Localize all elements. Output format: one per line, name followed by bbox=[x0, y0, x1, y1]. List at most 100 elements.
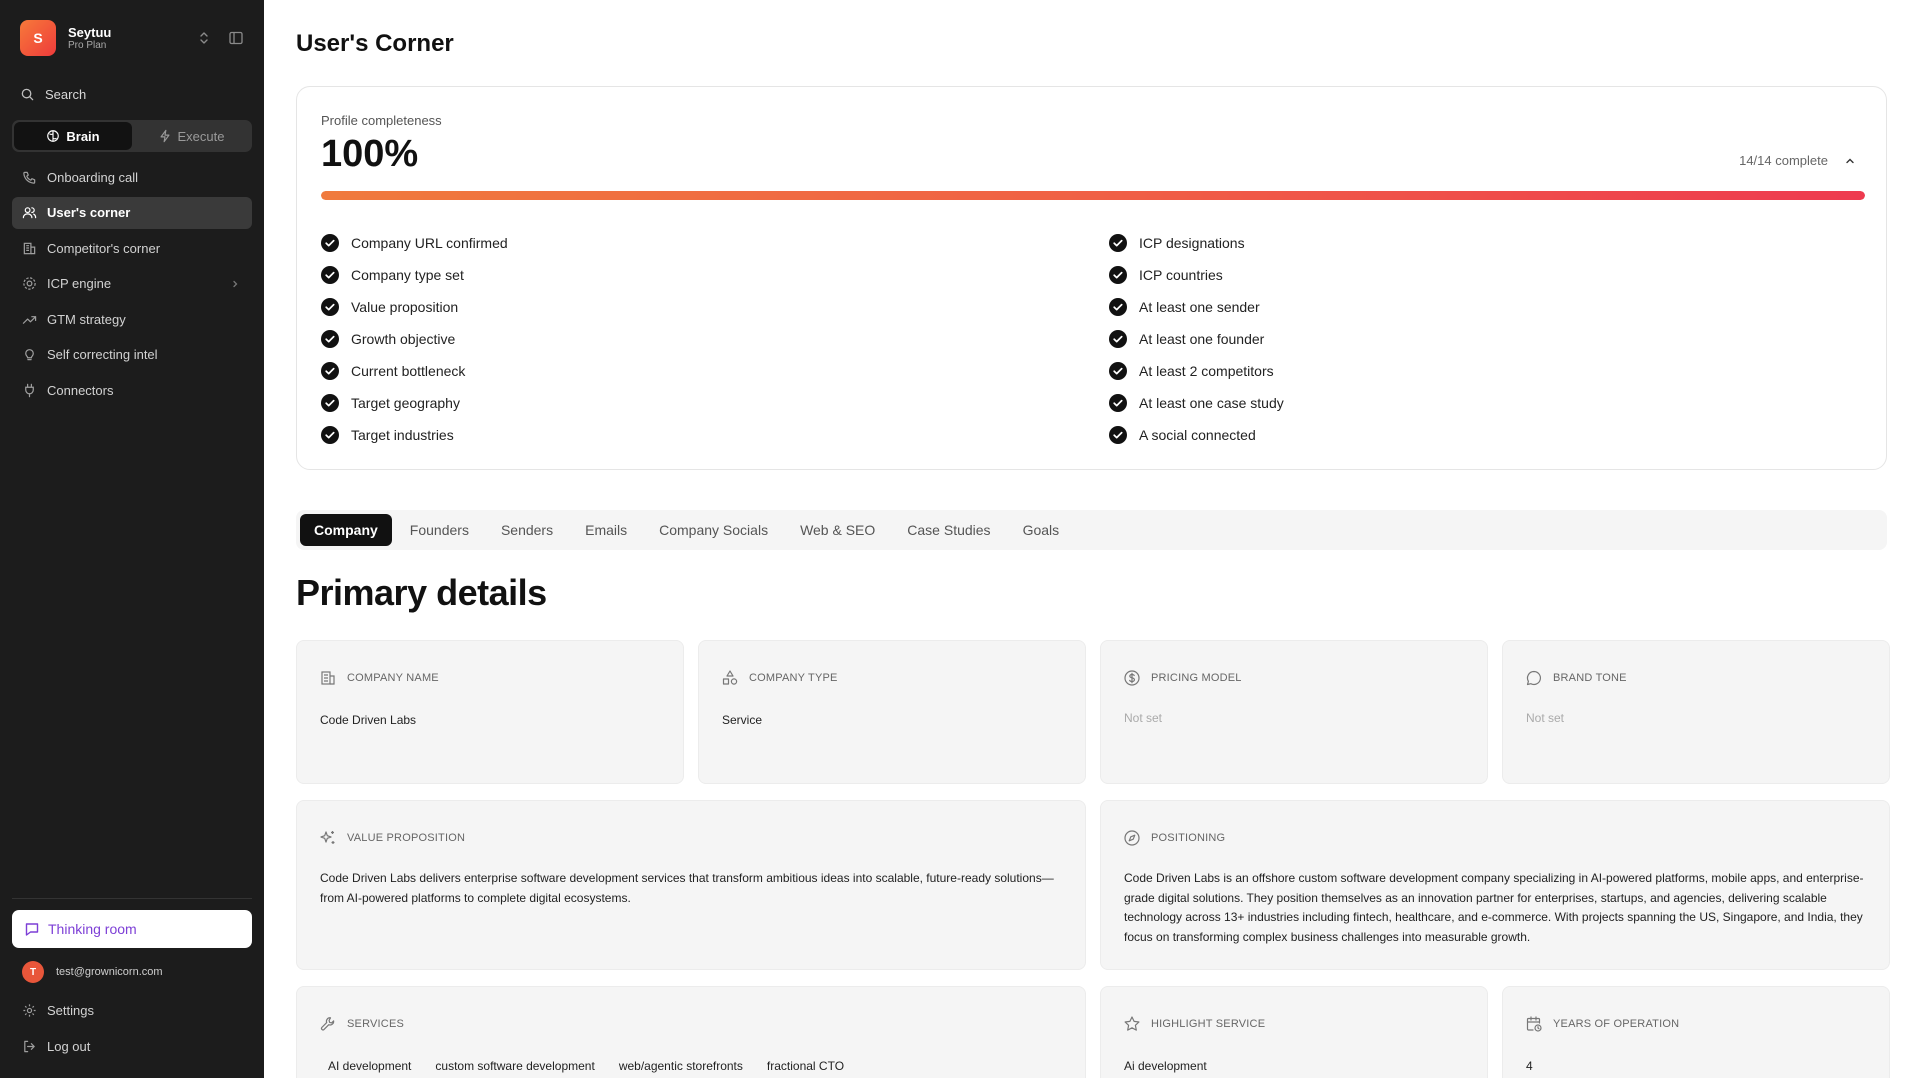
brain-icon bbox=[47, 130, 60, 142]
tab-web-seo[interactable]: Web & SEO bbox=[786, 514, 889, 546]
message-circle-icon bbox=[1526, 670, 1542, 686]
checklist-item: Growth objective bbox=[321, 323, 508, 355]
card-label: SERVICES bbox=[347, 1018, 405, 1030]
checklist-item-label: ICP countries bbox=[1139, 267, 1223, 283]
sidebar-item-label: Onboarding call bbox=[47, 169, 139, 185]
settings-link[interactable]: Settings bbox=[22, 1000, 94, 1020]
sidebar-item-users-corner[interactable]: User's corner bbox=[12, 196, 252, 229]
service-chip: web/agentic storefronts bbox=[618, 1059, 743, 1073]
page-title: User's Corner bbox=[296, 30, 454, 57]
check-circle-icon bbox=[1109, 362, 1127, 380]
sidebar-item-label: Self correcting intel bbox=[47, 347, 158, 362]
sidebar-nav: Onboarding call User's corner Competitor… bbox=[12, 161, 252, 410]
check-circle-icon bbox=[1109, 266, 1127, 284]
thinking-room-label: Thinking room bbox=[48, 921, 137, 937]
tab-founders[interactable]: Founders bbox=[396, 514, 483, 546]
highlight-service-value: Ai development bbox=[1124, 1059, 1207, 1073]
profile-progress-fill bbox=[321, 191, 1865, 200]
sidebar: S Seytuu Pro Plan Search Brain Execute O… bbox=[0, 0, 264, 1078]
sidebar-item-self-correcting-intel[interactable]: Self correcting intel bbox=[12, 339, 252, 371]
brand-tone-card[interactable]: BRAND TONE Not set bbox=[1502, 640, 1890, 784]
sidebar-collapse-icon[interactable] bbox=[228, 30, 244, 46]
services-card[interactable]: SERVICES AI development custom software … bbox=[296, 986, 1086, 1078]
user-email: test@grownicorn.com bbox=[56, 966, 163, 978]
calendar-clock-icon bbox=[1526, 1016, 1542, 1032]
workspace-switcher[interactable]: S Seytuu Pro Plan bbox=[20, 20, 244, 56]
check-circle-icon bbox=[321, 394, 339, 412]
checklist-left: Company URL confirmed Company type set V… bbox=[321, 227, 508, 451]
card-header: YEARS OF OPERATION bbox=[1525, 1015, 1679, 1033]
tab-emails[interactable]: Emails bbox=[571, 514, 641, 546]
sidebar-item-label: User's corner bbox=[47, 205, 131, 220]
tab-case-studies[interactable]: Case Studies bbox=[893, 514, 1004, 546]
checklist-item: Target industries bbox=[321, 419, 508, 451]
profile-completeness-card: Profile completeness 100% 14/14 complete… bbox=[296, 86, 1887, 470]
card-header: BRAND TONE bbox=[1525, 669, 1627, 687]
company-type-value: Service bbox=[722, 713, 763, 727]
tab-senders[interactable]: Senders bbox=[487, 514, 567, 546]
check-circle-icon bbox=[1109, 298, 1127, 316]
checklist-item: Current bottleneck bbox=[321, 355, 508, 387]
positioning-card[interactable]: POSITIONING Code Driven Labs is an offsh… bbox=[1100, 800, 1890, 970]
logout-link[interactable]: Log out bbox=[22, 1036, 90, 1056]
card-label: POSITIONING bbox=[1151, 832, 1226, 844]
checklist-item-label: At least 2 competitors bbox=[1139, 363, 1274, 379]
workspace-plan: Pro Plan bbox=[68, 39, 107, 51]
avatar: T bbox=[22, 961, 44, 983]
thinking-room-button[interactable]: Thinking room bbox=[12, 910, 252, 948]
lightbulb-icon bbox=[25, 349, 34, 361]
brain-mode-button[interactable]: Brain bbox=[14, 122, 132, 150]
wrench-icon bbox=[320, 1017, 335, 1031]
checklist-item-label: Current bottleneck bbox=[351, 363, 466, 379]
checklist-item-label: Value proposition bbox=[351, 299, 459, 315]
workspace-name: Seytuu bbox=[68, 24, 112, 40]
checklist-item-label: At least one case study bbox=[1139, 395, 1284, 411]
users-icon bbox=[22, 207, 37, 219]
compass-icon bbox=[1124, 830, 1140, 846]
company-tabs: Company Founders Senders Emails Company … bbox=[296, 510, 1887, 550]
workspace-logo: S bbox=[20, 20, 56, 56]
chevron-right-icon[interactable] bbox=[230, 279, 240, 289]
sidebar-item-label: Connectors bbox=[47, 382, 114, 398]
sidebar-item-icp-engine[interactable]: ICP engine bbox=[12, 268, 252, 300]
service-chip: AI development bbox=[328, 1059, 412, 1073]
checklist-item: Target geography bbox=[321, 387, 508, 419]
checklist-item: A social connected bbox=[1109, 419, 1284, 451]
profile-completeness-percent: 100% bbox=[321, 133, 419, 175]
building-icon bbox=[321, 671, 335, 685]
card-label: COMPANY NAME bbox=[347, 672, 439, 684]
tab-company[interactable]: Company bbox=[300, 514, 392, 546]
sidebar-item-onboarding-call[interactable]: Onboarding call bbox=[12, 161, 252, 193]
sidebar-search[interactable]: Search bbox=[20, 84, 86, 104]
years-of-operation-value: 4 bbox=[1526, 1059, 1533, 1073]
tab-goals[interactable]: Goals bbox=[1009, 514, 1074, 546]
checklist-item: At least one sender bbox=[1109, 291, 1284, 323]
company-type-card[interactable]: COMPANY TYPE Service bbox=[698, 640, 1086, 784]
sidebar-item-gtm-strategy[interactable]: GTM strategy bbox=[12, 303, 252, 335]
chevrons-up-down-icon[interactable] bbox=[196, 30, 212, 46]
profile-completeness-toggle[interactable]: 14/14 complete bbox=[1739, 153, 1856, 168]
sidebar-divider bbox=[12, 898, 252, 899]
user-account[interactable]: T test@grownicorn.com bbox=[22, 961, 163, 983]
message-square-icon bbox=[25, 923, 39, 936]
value-proposition-card[interactable]: VALUE PROPOSITION Code Driven Labs deliv… bbox=[296, 800, 1086, 970]
tab-company-socials[interactable]: Company Socials bbox=[645, 514, 782, 546]
shapes-icon bbox=[722, 670, 738, 685]
sidebar-item-connectors[interactable]: Connectors bbox=[12, 374, 252, 406]
pricing-model-card[interactable]: PRICING MODEL Not set bbox=[1100, 640, 1488, 784]
execute-mode-button[interactable]: Execute bbox=[132, 122, 250, 150]
company-name-card[interactable]: COMPANY NAME Code Driven Labs bbox=[296, 640, 684, 784]
company-name-value: Code Driven Labs bbox=[320, 713, 417, 727]
dollar-circle-icon bbox=[1124, 670, 1140, 686]
sidebar-item-competitors-corner[interactable]: Competitor's corner bbox=[12, 232, 252, 264]
mode-switch: Brain Execute bbox=[12, 120, 252, 152]
plug-icon bbox=[25, 383, 34, 397]
card-header: PRICING MODEL bbox=[1123, 669, 1242, 687]
years-of-operation-card[interactable]: YEARS OF OPERATION 4 bbox=[1502, 986, 1890, 1078]
star-icon bbox=[1124, 1016, 1140, 1031]
highlight-service-card[interactable]: HIGHLIGHT SERVICE Ai development bbox=[1100, 986, 1488, 1078]
checklist-item-label: At least one founder bbox=[1139, 331, 1265, 347]
checklist-item-label: Growth objective bbox=[351, 331, 456, 347]
card-header: COMPANY TYPE bbox=[721, 669, 838, 687]
checklist-item-label: Company URL confirmed bbox=[351, 235, 508, 251]
